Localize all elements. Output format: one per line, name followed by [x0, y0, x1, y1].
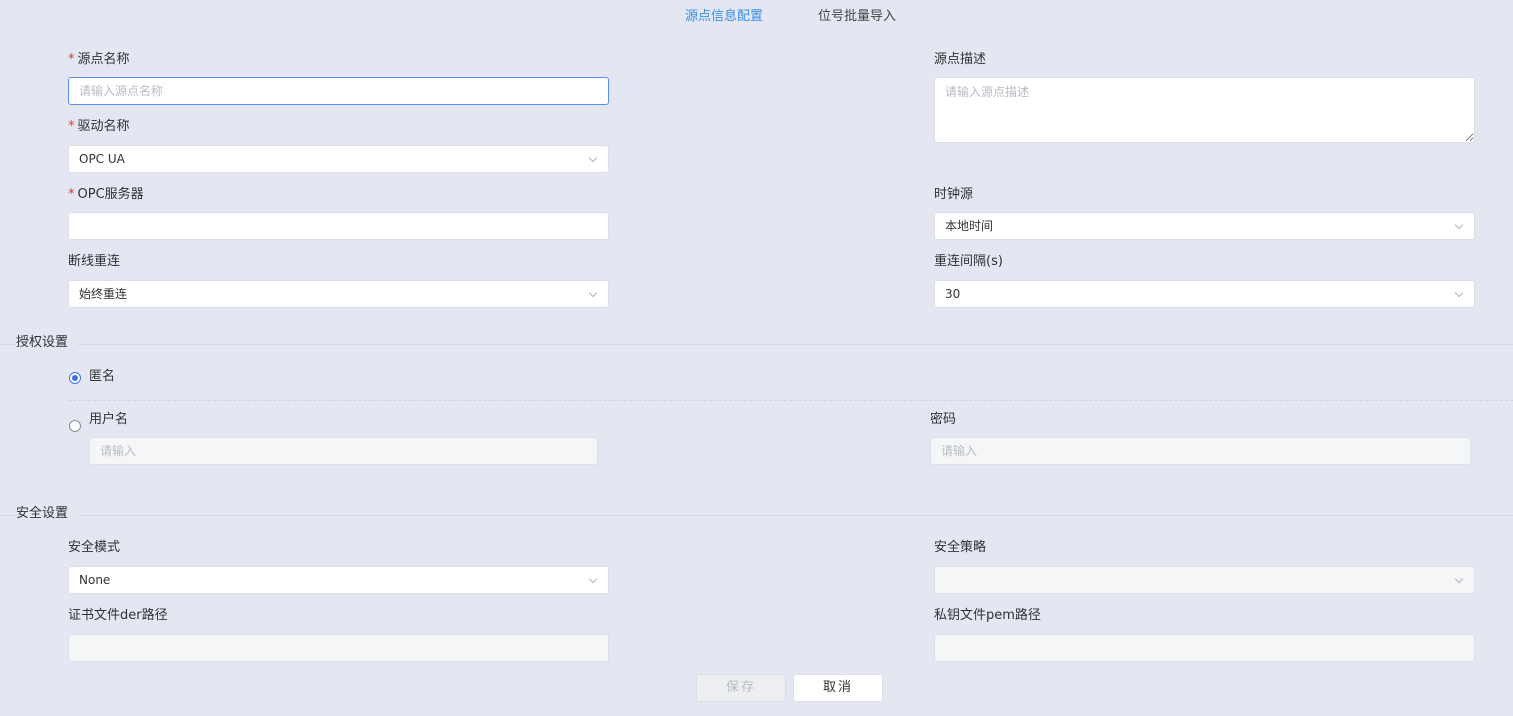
driver-name-select[interactable]: OPC UA [68, 145, 609, 173]
username-input[interactable] [89, 437, 598, 465]
tab-source-config[interactable]: 源点信息配置 [685, 0, 763, 34]
reconnect-value: 始终重连 [79, 287, 128, 301]
tab-tag-batch-import[interactable]: 位号批量导入 [818, 0, 896, 34]
clock-source-value: 本地时间 [945, 219, 994, 233]
username-radio[interactable] [69, 420, 81, 432]
cancel-button[interactable]: 取消 [793, 674, 883, 702]
driver-name-label-text: 驱动名称 [77, 119, 130, 134]
source-name-label-text: 源点名称 [77, 52, 130, 67]
security-policy-label: 安全策略 [934, 540, 987, 555]
username-label: 用户名 [89, 412, 129, 427]
reconnect-interval-label: 重连间隔(s) [934, 254, 1003, 269]
source-name-input[interactable] [68, 77, 609, 105]
section-divider [0, 344, 1513, 345]
security-mode-select[interactable]: None [68, 566, 609, 594]
password-input[interactable] [930, 437, 1471, 465]
required-mark: * [68, 52, 75, 67]
cert-path-input[interactable] [68, 634, 609, 662]
reconnect-label: 断线重连 [68, 254, 121, 269]
source-desc-label: 源点描述 [934, 52, 987, 67]
opc-server-label-text: OPC服务器 [77, 187, 144, 202]
anonymous-radio[interactable] [69, 372, 81, 384]
reconnect-interval-value: 30 [945, 287, 961, 301]
driver-name-label: * 驱动名称 [68, 119, 130, 135]
security-mode-value: None [79, 573, 111, 587]
source-desc-textarea[interactable] [934, 77, 1475, 143]
cert-path-label: 证书文件der路径 [68, 608, 168, 623]
reconnect-interval-select[interactable]: 30 [934, 280, 1475, 308]
security-policy-select[interactable] [934, 566, 1475, 594]
clock-source-label: 时钟源 [934, 187, 974, 202]
key-path-label: 私钥文件pem路径 [934, 608, 1041, 623]
section-divider [0, 515, 1513, 516]
auth-section-title: 授权设置 [16, 335, 79, 351]
auth-dashed-divider [68, 400, 1513, 401]
key-path-input[interactable] [934, 634, 1475, 662]
opc-server-input[interactable] [68, 212, 609, 240]
anonymous-label: 匿名 [89, 369, 116, 384]
required-mark: * [68, 187, 75, 202]
chevron-down-icon [1454, 574, 1464, 584]
driver-name-value: OPC UA [79, 152, 125, 166]
required-mark: * [68, 119, 75, 134]
clock-source-select[interactable]: 本地时间 [934, 212, 1475, 240]
security-mode-label: 安全模式 [68, 540, 121, 555]
source-name-label: * 源点名称 [68, 52, 130, 68]
save-button[interactable]: 保存 [696, 674, 786, 702]
opc-server-label: * OPC服务器 [68, 187, 144, 203]
password-label: 密码 [930, 412, 957, 427]
reconnect-select[interactable]: 始终重连 [68, 280, 609, 308]
security-section-title: 安全设置 [16, 506, 79, 522]
